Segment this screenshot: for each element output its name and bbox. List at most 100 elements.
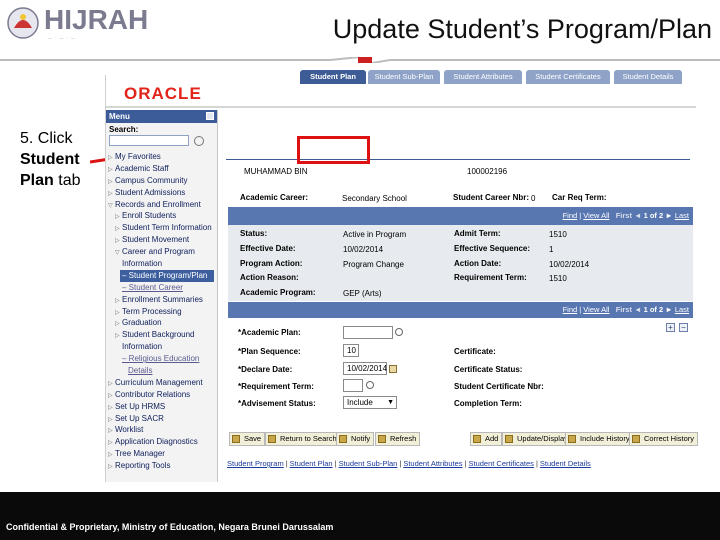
expand-triangle-icon: ▷ — [108, 155, 113, 161]
notify-button[interactable]: Notify — [336, 432, 375, 446]
menu-item-1[interactable]: ▷ Academic Staff — [106, 163, 217, 175]
expand-triangle-icon: ▷ — [115, 226, 120, 233]
expand-triangle-icon: ▷ — [115, 214, 120, 221]
menu-item-4[interactable]: ▽ Records and Enrollment — [106, 199, 217, 211]
effective-sequence-label: Effective Sequence: — [454, 244, 531, 253]
menu-item-12[interactable]: ▷ Enrollment Summaries — [106, 294, 217, 306]
link-student-program[interactable]: Student Program — [227, 459, 284, 468]
menu-item-label: Graduation — [122, 318, 162, 328]
academic-career-value: Secondary School — [342, 194, 407, 203]
academic-plan-input[interactable] — [343, 326, 393, 339]
program-last-link[interactable]: Last — [675, 211, 689, 220]
plan-next-icon[interactable]: ► — [665, 305, 672, 314]
requirement-term-label: Requirement Term: — [454, 273, 527, 282]
academic-career-label: Academic Career: — [240, 193, 309, 202]
menu-item-label: Campus Community — [115, 175, 188, 185]
menu-item-13[interactable]: ▷ Term Processing — [106, 306, 217, 318]
menu-item-26[interactable]: ▷ Reporting Tools — [106, 460, 217, 472]
requirement-term-lookup-icon[interactable] — [366, 381, 374, 389]
menu-item-18[interactable]: Details — [106, 365, 217, 377]
menu-item-15[interactable]: ▷ Student Background — [106, 329, 217, 341]
navigation-menu: Menu Search: ▷ My Favorites ▷ Academic Staf… — [106, 110, 218, 482]
program-find-link[interactable]: Find — [563, 211, 578, 220]
calendar-icon[interactable] — [389, 365, 397, 373]
completion-term-label: Completion Term: — [454, 399, 522, 408]
link-student-sub-plan[interactable]: Student Sub-Plan — [339, 459, 398, 468]
plan-prev-icon[interactable]: ◄ — [634, 305, 641, 314]
plan-sequence-label: *Plan Sequence: — [238, 347, 301, 356]
tab-highlight-box — [297, 136, 370, 164]
link-student-certificates[interactable]: Student Certificates — [468, 459, 533, 468]
minimize-menu-icon[interactable] — [206, 112, 214, 120]
refresh-button[interactable]: Refresh — [375, 432, 421, 446]
status-value: Active in Program — [343, 230, 407, 239]
expand-triangle-icon: ▷ — [115, 321, 120, 328]
delete-row-icon[interactable]: − — [679, 323, 688, 332]
include-history-button[interactable]: Include History — [565, 432, 634, 446]
return-icon — [268, 435, 276, 443]
admit-term-value: 1510 — [549, 230, 567, 239]
tab-student-sub-plan[interactable]: Student Sub-Plan — [368, 70, 440, 84]
menu-item-10[interactable]: – Student Program/Plan — [120, 269, 214, 282]
menu-item-5[interactable]: ▷ Enroll Students — [106, 210, 217, 222]
add-button[interactable]: Add — [470, 432, 503, 446]
program-next-icon[interactable]: ► — [665, 211, 672, 220]
correct-history-button[interactable]: Correct History — [629, 432, 699, 446]
menu-item-21[interactable]: ▷ Set Up HRMS — [106, 401, 217, 413]
plan-find-link[interactable]: Find — [563, 305, 578, 314]
career-nbr-value: 0 — [531, 194, 536, 203]
menu-item-2[interactable]: ▷ Campus Community — [106, 175, 217, 187]
search-go-icon[interactable] — [194, 136, 204, 146]
advisement-status-select[interactable]: Include ▼ — [343, 396, 397, 409]
link-student-plan[interactable]: Student Plan — [290, 459, 333, 468]
program-view-all-link[interactable]: View All — [583, 211, 609, 220]
menu-title-label: Menu — [109, 112, 130, 121]
student-name: MUHAMMAD BIN — [244, 167, 308, 176]
menu-item-6[interactable]: ▷ Student Term Information — [106, 222, 217, 234]
menu-item-22[interactable]: ▷ Set Up SACR — [106, 413, 217, 425]
bottom-page-links: Student Program | Student Plan | Student Sub… — [227, 459, 591, 468]
return-to-search-button[interactable]: Return to Search — [265, 432, 341, 446]
menu-item-11[interactable]: – Student Career — [106, 282, 217, 294]
declare-date-input[interactable]: 10/02/2014 — [343, 362, 387, 375]
academic-plan-lookup-icon[interactable] — [395, 328, 403, 336]
tab-student-certificates[interactable]: Student Certificates — [526, 70, 610, 84]
menu-item-17[interactable]: – Religious Education — [106, 353, 217, 365]
tab-student-plan[interactable]: Student Plan — [300, 70, 366, 84]
save-button[interactable]: Save — [229, 432, 266, 446]
menu-item-label: Contributor Relations — [115, 389, 191, 399]
menu-item-8[interactable]: ▽ Career and Program — [106, 246, 217, 258]
plan-requirement-term-input[interactable] — [343, 379, 363, 392]
program-prev-icon[interactable]: ◄ — [634, 211, 641, 220]
add-row-icon[interactable]: + — [666, 323, 675, 332]
link-student-attributes[interactable]: Student Attributes — [403, 459, 462, 468]
advisement-status-label: *Advisement Status: — [238, 399, 316, 408]
menu-item-label: Enroll Students — [122, 211, 177, 221]
menu-search-row — [106, 134, 217, 148]
menu-item-0[interactable]: ▷ My Favorites — [106, 151, 217, 163]
tab-student-details[interactable]: Student Details — [614, 70, 682, 84]
link-student-details[interactable]: Student Details — [540, 459, 591, 468]
plan-last-link[interactable]: Last — [675, 305, 689, 314]
menu-item-label: Records and Enrollment — [115, 199, 201, 209]
menu-item-25[interactable]: ▷ Tree Manager — [106, 448, 217, 460]
menu-item-23[interactable]: ▷ Worklist — [106, 424, 217, 436]
plan-sequence-input[interactable]: 10 — [343, 344, 359, 357]
expand-triangle-icon: ▷ — [108, 392, 113, 399]
tab-student-attributes[interactable]: Student Attributes — [444, 70, 522, 84]
plan-count: 1 of 2 — [643, 305, 664, 314]
menu-search-input[interactable] — [109, 135, 189, 146]
menu-item-20[interactable]: ▷ Contributor Relations — [106, 389, 217, 401]
menu-item-19[interactable]: ▷ Curriculum Management — [106, 377, 217, 389]
update-display-button[interactable]: Update/Display — [502, 432, 572, 446]
menu-item-24[interactable]: ▷ Application Diagnostics — [106, 436, 217, 448]
expand-triangle-icon: ▷ — [108, 190, 113, 197]
expand-triangle-icon: ▷ — [108, 166, 113, 173]
update-display-label: Update/Display — [517, 434, 568, 443]
menu-item-label: Set Up HRMS — [115, 401, 166, 411]
menu-item-7[interactable]: ▷ Student Movement — [106, 234, 217, 246]
plan-view-all-link[interactable]: View All — [583, 305, 609, 314]
menu-item-14[interactable]: ▷ Graduation — [106, 317, 217, 329]
menu-item-label: My Favorites — [115, 152, 161, 161]
menu-item-3[interactable]: ▷ Student Admissions — [106, 187, 217, 199]
